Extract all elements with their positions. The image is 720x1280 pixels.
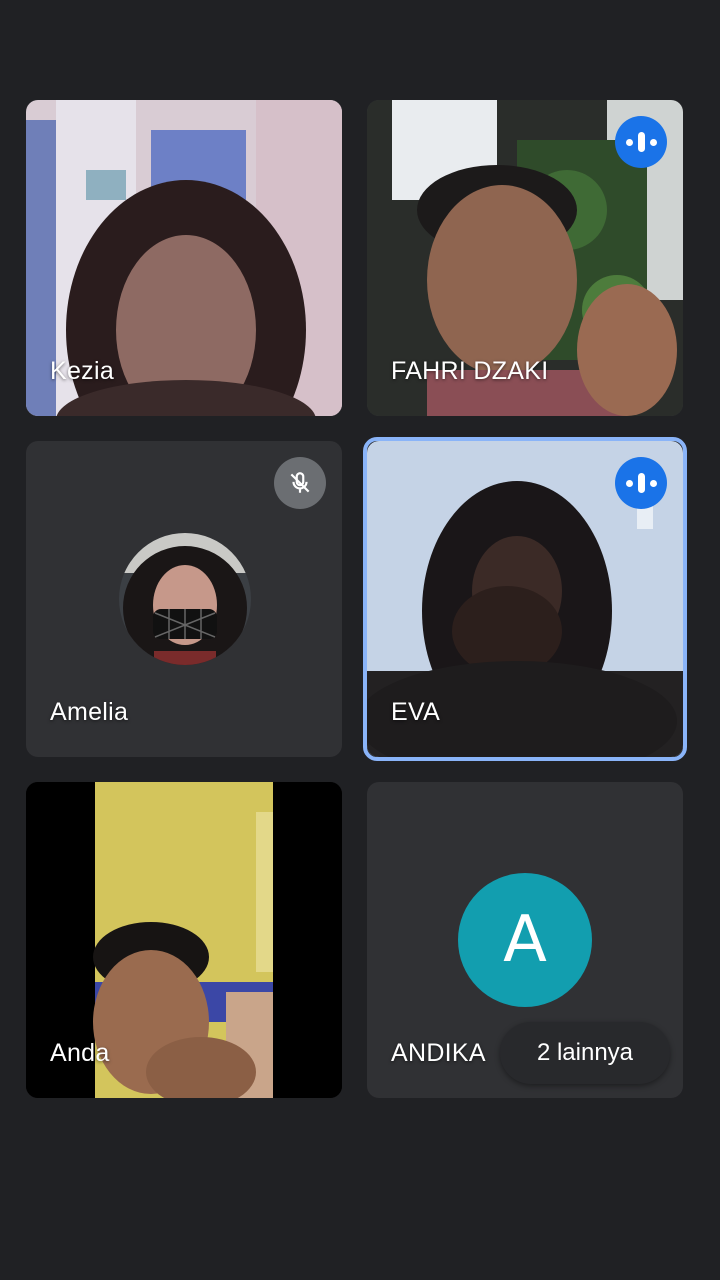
mic-off-icon [274, 457, 326, 509]
participant-name: Anda [50, 1039, 110, 1067]
participant-name: FAHRI DZAKI [391, 357, 549, 385]
meeting-grid: Kezia FAHRI DZAKI Amelia EVA Anda A ANDI… [0, 0, 720, 1280]
participant-name: EVA [391, 698, 441, 726]
participant-name: ANDIKA [391, 1039, 486, 1067]
audio-level-icon [615, 457, 667, 509]
participant-tile-eva[interactable]: EVA [367, 441, 683, 757]
audio-level-icon [615, 116, 667, 168]
participant-tile-fahri-dzaki[interactable]: FAHRI DZAKI [367, 100, 683, 416]
participant-tile-anda[interactable]: Anda [26, 782, 342, 1098]
participant-tile-amelia[interactable]: Amelia [26, 441, 342, 757]
participant-tile-andika[interactable]: A ANDIKA 2 lainnya [367, 782, 683, 1098]
more-participants-button[interactable]: 2 lainnya [500, 1022, 670, 1084]
participant-tile-kezia[interactable]: Kezia [26, 100, 342, 416]
participant-name: Amelia [50, 698, 129, 726]
participant-name: Kezia [50, 357, 115, 385]
avatar: A [458, 873, 592, 1007]
avatar [119, 533, 251, 665]
